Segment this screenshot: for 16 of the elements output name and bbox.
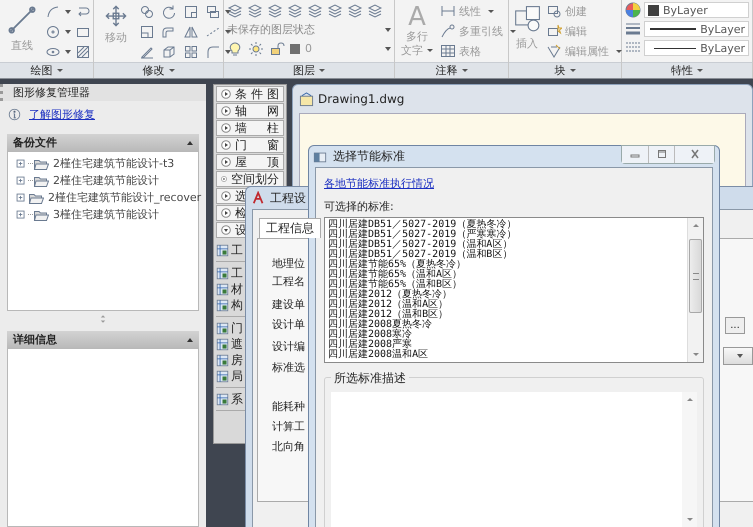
layer-name: 0 — [305, 42, 312, 55]
panel-title: 图形修复管理器 — [0, 84, 206, 101]
field-label: 地理位 — [272, 256, 305, 271]
field-label: 建设单 — [272, 297, 305, 312]
dialog-title: 选择节能标准 — [333, 148, 405, 165]
field-label: 北向角 — [272, 439, 305, 454]
field-label: 标准选 — [272, 360, 305, 375]
field-label: 能耗种 — [272, 399, 305, 414]
field-label: 设计单 — [272, 317, 305, 332]
list-label: 可选择的标准: — [324, 199, 395, 214]
field-label: 设计编 — [272, 339, 305, 354]
drawing-window-title: Drawing1.dwg — [318, 92, 404, 106]
group-label: 所选标准描述 — [331, 370, 409, 387]
field-label: 工程名 — [272, 274, 305, 289]
dialog-title: 工程设 — [270, 190, 306, 206]
field-label: 计算工 — [272, 419, 305, 434]
